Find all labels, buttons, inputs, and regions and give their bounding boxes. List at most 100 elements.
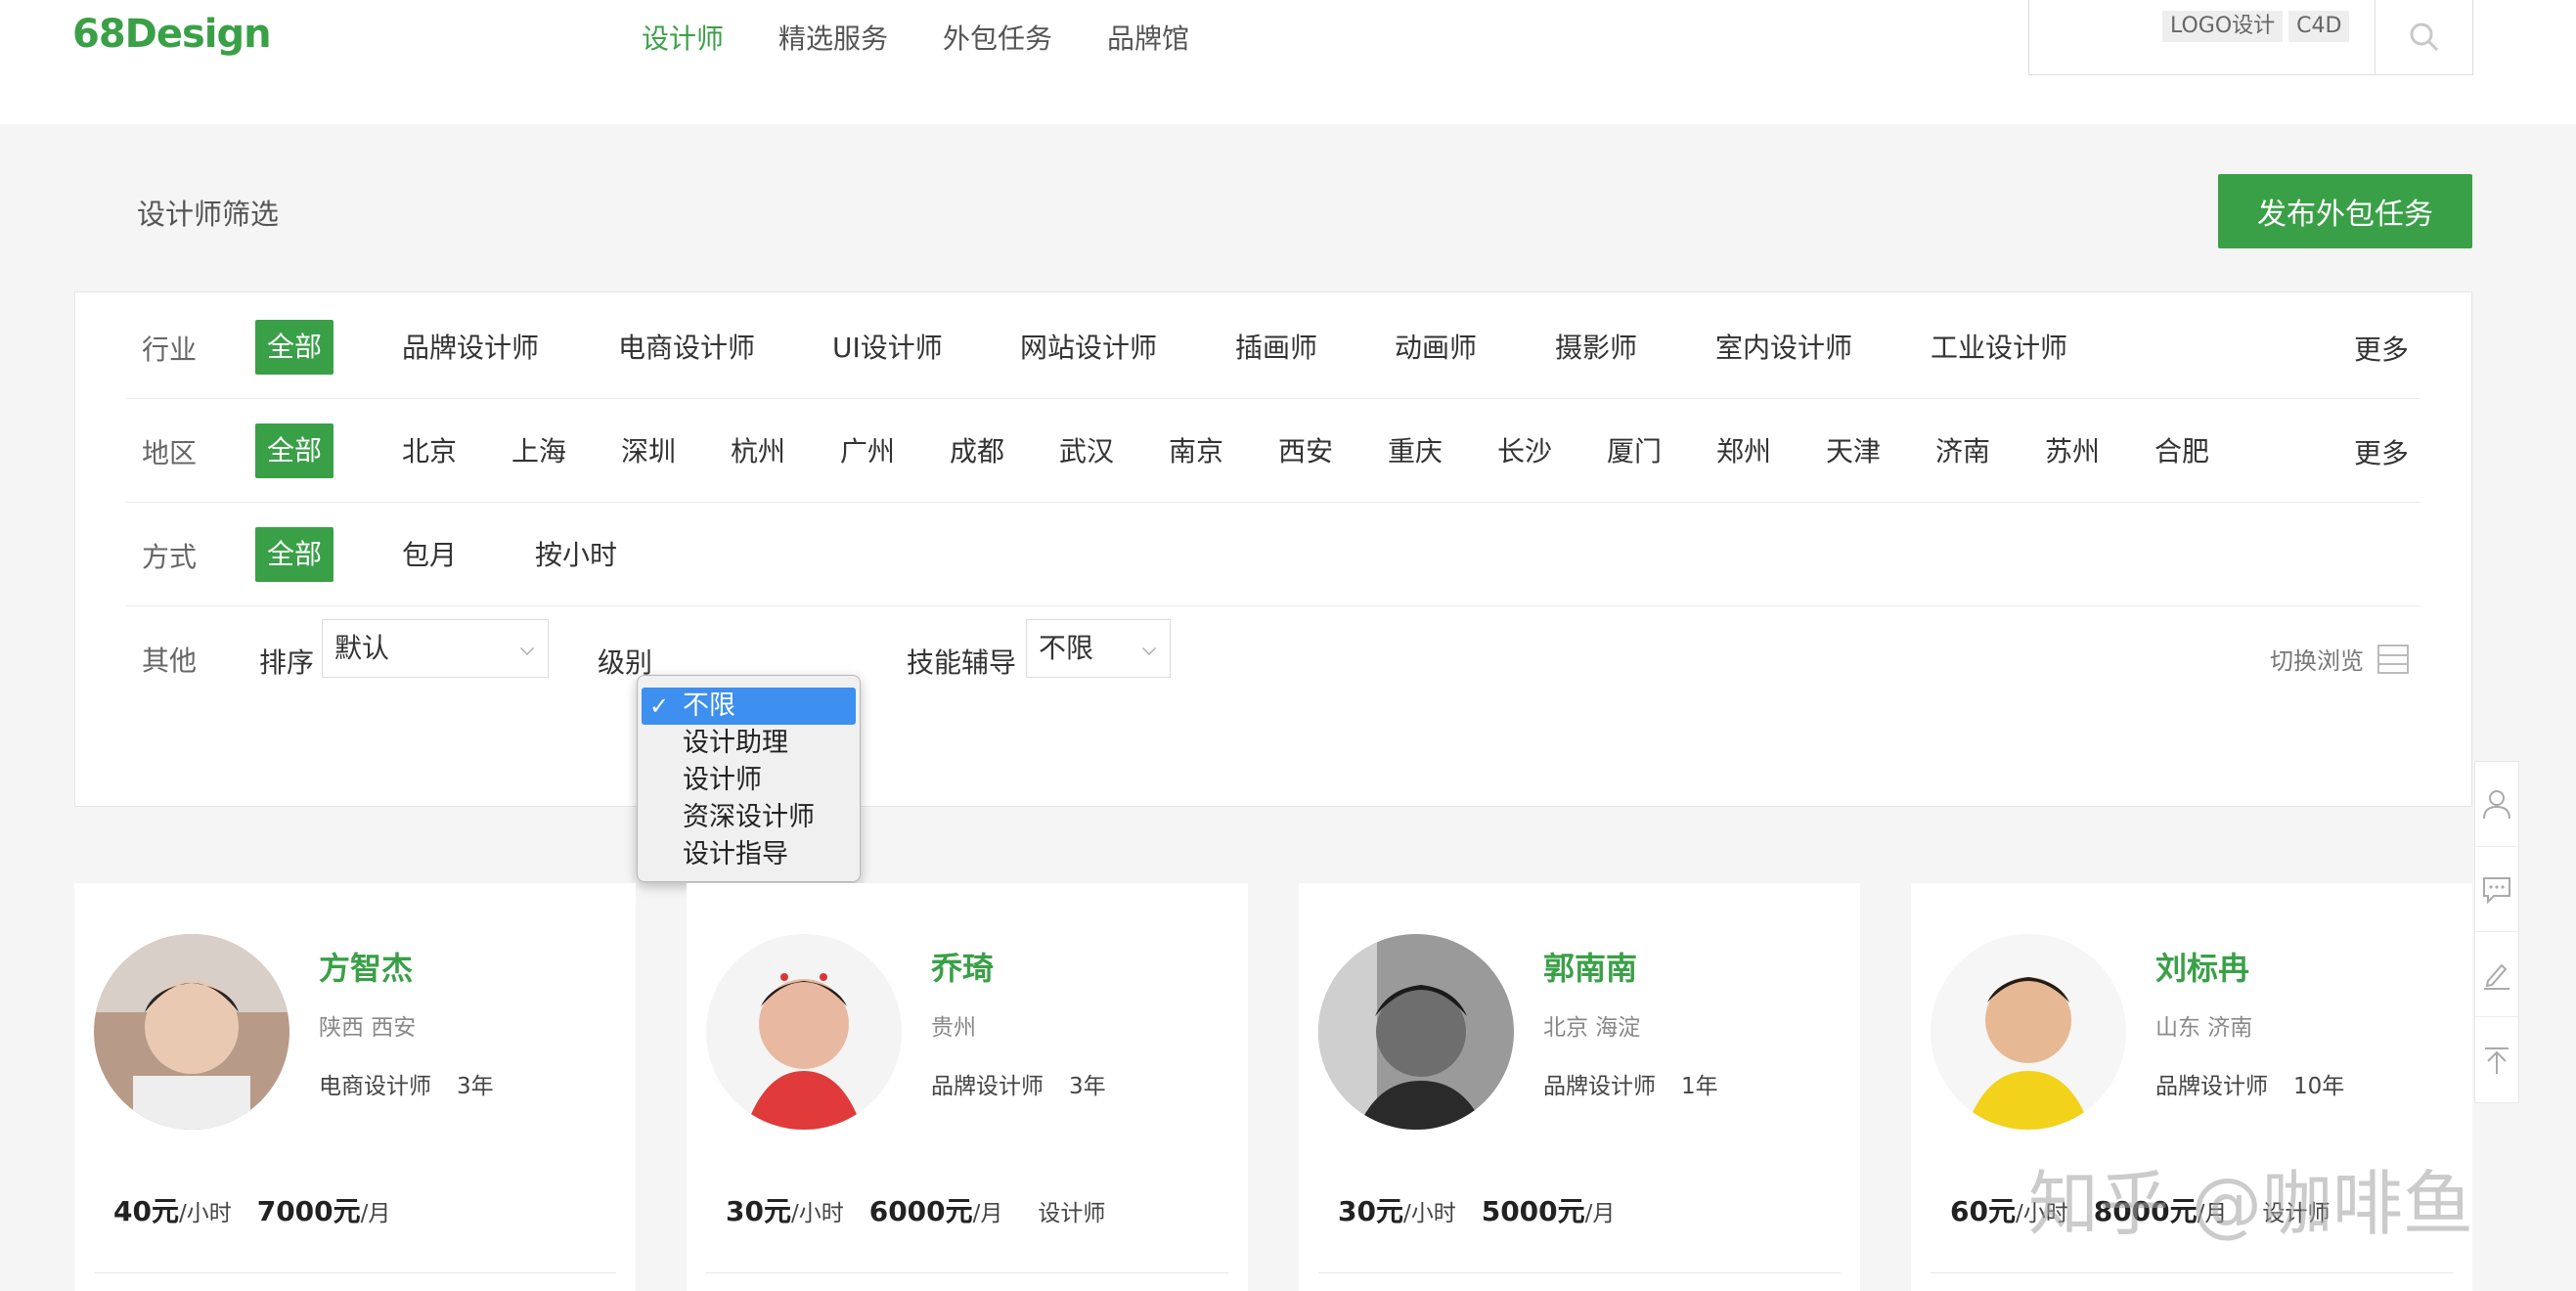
user-button[interactable] (2475, 762, 2518, 847)
main-nav: 设计师 精选服务 外包任务 品牌馆 (642, 20, 1244, 59)
filter-row-other: 其他 排序 默认 级别 技能辅导 不限 切换浏览 (126, 606, 2421, 710)
filter-option[interactable]: 摄影师 (1555, 329, 1637, 368)
designer-role: 品牌设计师 10年 (2155, 1074, 2345, 1099)
dropdown-option[interactable]: 设计师 (642, 762, 856, 799)
dropdown-option[interactable]: 资深设计师 (642, 799, 856, 836)
designer-name[interactable]: 乔琦 (931, 944, 994, 989)
page-title: 设计师筛选 (137, 198, 280, 231)
filter-option[interactable]: 工业设计师 (1931, 329, 2067, 368)
search-button[interactable] (2375, 0, 2472, 74)
filter-panel: 行业 全部 品牌设计师 电商设计师 UI设计师 网站设计师 插画师 动画师 摄影… (74, 291, 2472, 807)
filter-option[interactable]: 重庆 (1388, 432, 1443, 471)
filter-option[interactable]: 成都 (950, 432, 1004, 471)
filter-option[interactable]: 深圳 (621, 432, 676, 471)
filter-option-all[interactable]: 全部 (255, 423, 334, 478)
sort-select[interactable]: 默认 (322, 619, 549, 678)
price-row: 40元/小时 7000元/月 (113, 1195, 391, 1227)
designer-role: 品牌设计师 3年 (931, 1074, 1106, 1099)
more-link[interactable]: 更多 (2354, 329, 2409, 368)
edit-icon (2484, 963, 2509, 990)
filter-row-industry: 行业 全部 品牌设计师 电商设计师 UI设计师 网站设计师 插画师 动画师 摄影… (126, 295, 2421, 399)
publish-task-button[interactable]: 发布外包任务 (2218, 174, 2472, 248)
filter-option[interactable]: 上海 (511, 432, 566, 471)
divider (706, 1272, 1228, 1273)
filter-option[interactable]: 包月 (402, 536, 457, 575)
nav-outsource[interactable]: 外包任务 (943, 20, 1052, 59)
edit-button[interactable] (2475, 932, 2518, 1017)
filter-option[interactable]: 插画师 (1235, 329, 1317, 368)
site-header: 68Design 设计师 精选服务 外包任务 品牌馆 LOGO设计 C4D (0, 0, 2576, 124)
avatar[interactable] (94, 934, 289, 1130)
level-dropdown-menu[interactable]: ✓ 不限 设计助理 设计师 资深设计师 设计指导 (637, 675, 861, 882)
price-row: 30元/小时 5000元/月 (1338, 1195, 1616, 1227)
switch-view-label: 切换浏览 (2270, 647, 2364, 675)
sort-label: 排序 (259, 646, 315, 679)
avatar[interactable] (1931, 934, 2126, 1130)
back-to-top-icon (2485, 1046, 2509, 1074)
filter-option[interactable]: 天津 (1826, 432, 1881, 471)
avatar[interactable] (1318, 934, 1514, 1130)
nav-services[interactable]: 精选服务 (778, 20, 888, 59)
filter-option[interactable]: 西安 (1278, 432, 1333, 471)
filter-option[interactable]: UI设计师 (832, 329, 943, 368)
designer-location: 贵州 (931, 1015, 976, 1041)
filter-option[interactable]: 品牌设计师 (402, 329, 539, 368)
filter-option[interactable]: 动画师 (1395, 329, 1477, 368)
filter-option[interactable]: 济南 (1935, 432, 1990, 471)
filter-option-all[interactable]: 全部 (255, 527, 334, 582)
search-icon (2410, 22, 2438, 51)
skill-select[interactable]: 不限 (1026, 619, 1171, 678)
divider (94, 1272, 616, 1273)
filter-option[interactable]: 北京 (402, 432, 457, 471)
nav-designers[interactable]: 设计师 (642, 20, 724, 59)
more-link[interactable]: 更多 (2354, 432, 2409, 471)
filter-row-mode: 方式 全部 包月 按小时 (126, 503, 2421, 606)
dropdown-option[interactable]: ✓ 不限 (642, 688, 856, 725)
skill-value: 不限 (1039, 632, 1094, 664)
filter-option[interactable]: 南京 (1169, 432, 1223, 471)
dropdown-option[interactable]: 设计助理 (642, 725, 856, 762)
chat-icon (2483, 877, 2510, 905)
switch-view-toggle[interactable]: 切换浏览 (2270, 642, 2409, 676)
filter-option[interactable]: 厦门 (1607, 432, 1662, 471)
filter-option[interactable]: 合肥 (2154, 432, 2209, 471)
filter-label: 其他 (142, 645, 198, 677)
user-icon (2483, 790, 2510, 820)
filter-option-all[interactable]: 全部 (255, 320, 334, 375)
filter-label: 地区 (142, 437, 198, 469)
filter-option[interactable]: 电商设计师 (618, 329, 755, 368)
designer-location: 北京 海淀 (1543, 1015, 1641, 1041)
designer-name[interactable]: 方智杰 (319, 944, 413, 989)
filter-option[interactable]: 郑州 (1716, 432, 1771, 471)
filter-option[interactable]: 武汉 (1059, 432, 1114, 471)
filter-row-region: 地区 全部 北京 上海 深圳 杭州 广州 成都 武汉 南京 西安 重庆 长沙 厦… (126, 399, 2421, 503)
back-to-top-button[interactable] (2475, 1017, 2518, 1102)
filter-option[interactable]: 长沙 (1497, 432, 1552, 471)
designer-card[interactable]: 郭南南 北京 海淀 品牌设计师 1年 30元/小时 5000元/月 (1299, 883, 1860, 1291)
avatar[interactable] (706, 934, 902, 1130)
designer-name[interactable]: 郭南南 (1543, 944, 1637, 989)
chevron-down-icon (1142, 642, 1156, 655)
hot-tag[interactable]: C4D (2288, 11, 2350, 42)
dropdown-option[interactable]: 设计指导 (642, 836, 856, 873)
filter-option[interactable]: 室内设计师 (1715, 329, 1852, 368)
designer-location: 山东 济南 (2155, 1015, 2253, 1041)
filter-option[interactable]: 杭州 (731, 432, 785, 471)
filter-option[interactable]: 网站设计师 (1020, 329, 1157, 368)
filter-option[interactable]: 广州 (840, 432, 895, 471)
skill-label: 技能辅导 (907, 646, 1017, 679)
hot-tag[interactable]: LOGO设计 (2162, 11, 2284, 42)
designer-role: 品牌设计师 1年 (1543, 1074, 1718, 1099)
search-box[interactable]: LOGO设计 C4D (2028, 0, 2473, 75)
watermark: 知乎 @咖啡鱼 (2028, 1163, 2473, 1245)
site-logo[interactable]: 68Design (72, 12, 272, 57)
chat-button[interactable] (2475, 847, 2518, 932)
divider (1931, 1272, 2453, 1273)
filter-label: 方式 (142, 541, 198, 573)
nav-brands[interactable]: 品牌馆 (1107, 20, 1189, 59)
designer-card[interactable]: 方智杰 陕西 西安 电商设计师 3年 40元/小时 7000元/月 (74, 883, 636, 1291)
filter-option[interactable]: 按小时 (535, 536, 617, 575)
filter-option[interactable]: 苏州 (2045, 432, 2100, 471)
designer-name[interactable]: 刘标冉 (2155, 944, 2249, 989)
designer-card[interactable]: 乔琦 贵州 品牌设计师 3年 30元/小时 6000元/月 设计师 (687, 883, 1248, 1291)
